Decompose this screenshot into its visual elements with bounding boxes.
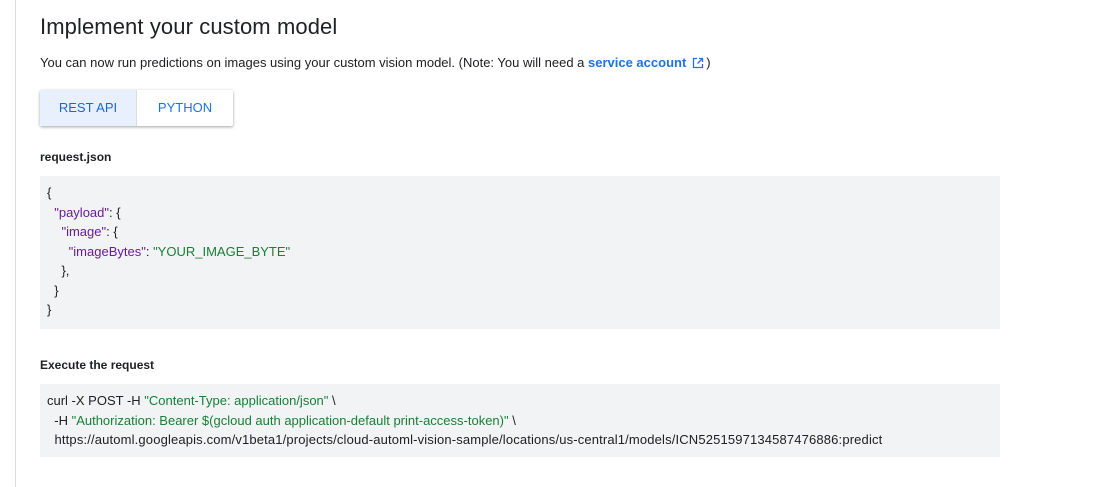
code-line: https://automl.googleapis.com/v1beta1/pr… (54, 432, 883, 447)
code-line: "payload": { (54, 204, 121, 220)
intro-text-body: You can now run predictions on images us… (40, 55, 588, 70)
page-title: Implement your custom model (40, 14, 338, 39)
language-tabs: REST API PYTHON (40, 90, 233, 126)
code-line: } (54, 282, 59, 298)
intro-text-tail: ) (706, 55, 711, 70)
service-account-link[interactable]: service account (588, 55, 686, 70)
request-json-label: request.json (40, 150, 112, 164)
execute-request-label: Execute the request (40, 358, 155, 372)
code-line: } (47, 302, 52, 317)
intro-text: You can now run predictions on images us… (40, 55, 711, 72)
tab-rest-api[interactable]: REST API (40, 90, 136, 126)
request-json-code-block[interactable]: { "payload": { "image": { "imageBytes": … (40, 176, 1000, 329)
code-line: curl -X POST -H "Content-Type: applicati… (47, 393, 336, 408)
left-panel-edge (0, 0, 16, 487)
open-in-new-icon[interactable] (692, 57, 704, 72)
code-line: -H "Authorization: Bearer $(gcloud auth … (54, 412, 516, 428)
code-line: "image": { (61, 224, 118, 239)
curl-command-code-block[interactable]: curl -X POST -H "Content-Type: applicati… (40, 384, 1000, 457)
code-line: "imageBytes": "YOUR_IMAGE_BYTE" (68, 243, 291, 259)
code-line: { (47, 185, 52, 200)
code-line: }, (61, 263, 70, 278)
tab-python[interactable]: PYTHON (136, 90, 233, 126)
